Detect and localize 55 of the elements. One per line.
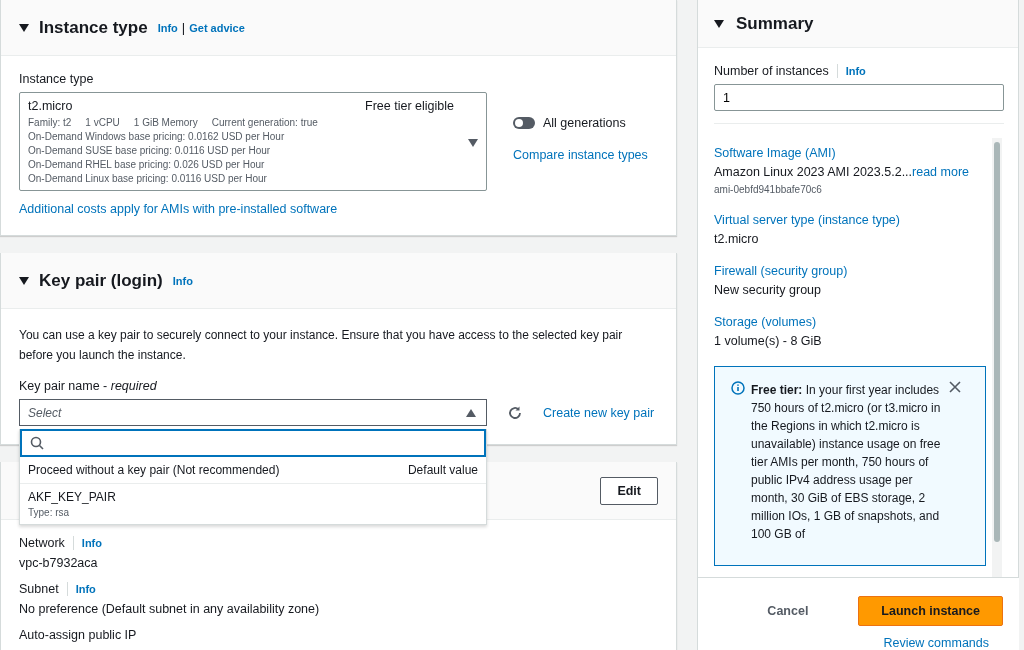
summary-link[interactable]: Storage (volumes): [714, 315, 992, 329]
info-link[interactable]: Info: [75, 583, 96, 595]
launch-instance-button[interactable]: Launch instance: [858, 596, 1003, 626]
cancel-button[interactable]: Cancel: [761, 603, 815, 619]
caret-icon[interactable]: [19, 23, 29, 32]
field-label: Number of instances: [714, 64, 829, 78]
costs-link[interactable]: Additional costs apply for AMIs with pre-installed software: [19, 202, 338, 216]
key-pair-description: You can use a key pair to securely connect to your instance. Ensure that you have access to the selected key pair before you launch the instance.: [19, 327, 624, 364]
dropdown-option[interactable]: Proceed without a key pair (Not recommended) Default value: [20, 457, 486, 484]
key-pair-select[interactable]: Select: [19, 399, 487, 426]
get-advice-link[interactable]: Get advice: [189, 21, 245, 34]
create-key-pair-link[interactable]: Create new key pair: [543, 405, 655, 420]
search-field[interactable]: [20, 429, 486, 457]
dropdown-arrow-icon[interactable]: [468, 138, 478, 147]
link-separator: |: [181, 20, 186, 35]
summary-link[interactable]: Software Image (AMI): [714, 146, 992, 160]
field-label: Instance type: [19, 72, 94, 86]
edit-button[interactable]: Edit: [600, 476, 658, 505]
summary-link[interactable]: Virtual server type (instance type): [714, 213, 992, 227]
alert-text: Free tier: In your first year includes 750 hours of t2.micro (or t3.micro in the Regions in which t2.micro is unavailable) instance usage on free tier AMIs per month, 750 hours of public IPv4 address usage per month, 30 GiB of EBS storage, 2 million IOs, 1 GB of snapshots, and 100 GB of: [751, 382, 942, 543]
info-link[interactable]: Info: [845, 65, 866, 77]
panel-title: Summary: [736, 13, 814, 34]
panel-title: Instance type: [39, 17, 148, 38]
summary-link[interactable]: Firewall (security group): [714, 264, 992, 278]
field-value: vpc-b7932aca: [19, 556, 99, 570]
caret-icon[interactable]: [714, 19, 724, 28]
instance-type-select[interactable]: t2.micro Free tier eligible Family: t2 1 vCPU 1 GiB Memory Current generation: true On-Demand Windows base pricing: 0.0162 USD per Hour On-Demand SUSE base pricing: 0.0116 USD per Hour On-Demand RHEL base pricing: 0.026 USD per Hour On-Demand Linux base pricing: 0.0116 USD per Hour: [19, 92, 487, 191]
info-link[interactable]: Info: [157, 21, 178, 34]
summary-value: 1 volume(s) - 8 GiB: [714, 334, 823, 348]
field-label: Network: [19, 536, 65, 550]
search-icon: [30, 436, 44, 450]
field-label: Auto-assign public IP: [19, 628, 137, 642]
summary-value: New security group: [714, 283, 822, 297]
caret-icon[interactable]: [19, 276, 29, 285]
refresh-icon[interactable]: [507, 404, 523, 421]
generations-toggle[interactable]: [513, 117, 535, 129]
info-icon: [731, 381, 745, 395]
panel-title: Key pair (login): [39, 270, 163, 291]
toggle-label: All generations: [543, 116, 626, 130]
dropdown-option[interactable]: AKF_KEY_PAIR Type: rsa: [20, 484, 486, 524]
summary-value: t2.micro: [714, 232, 760, 246]
info-link[interactable]: Info: [172, 274, 193, 287]
dropdown-arrow-icon[interactable]: [466, 408, 476, 417]
field-value: No preference (Default subnet in any availability zone): [19, 602, 321, 616]
scrollbar[interactable]: [992, 138, 1002, 577]
close-icon[interactable]: [949, 381, 961, 393]
field-label: Subnet: [19, 582, 59, 596]
read-more-link[interactable]: read more: [912, 165, 970, 179]
ami-id: ami-0ebfd941bbafe70c6: [714, 184, 823, 195]
summary-value: Amazon Linux 2023 AMI 2023.5.2...read more: [714, 165, 971, 179]
compare-link[interactable]: Compare instance types: [513, 148, 648, 162]
review-commands-link[interactable]: Review commands: [883, 636, 989, 650]
info-link[interactable]: Info: [81, 537, 102, 549]
field-label: Key pair name - required: [19, 379, 157, 393]
instances-input[interactable]: 1: [714, 84, 1004, 111]
